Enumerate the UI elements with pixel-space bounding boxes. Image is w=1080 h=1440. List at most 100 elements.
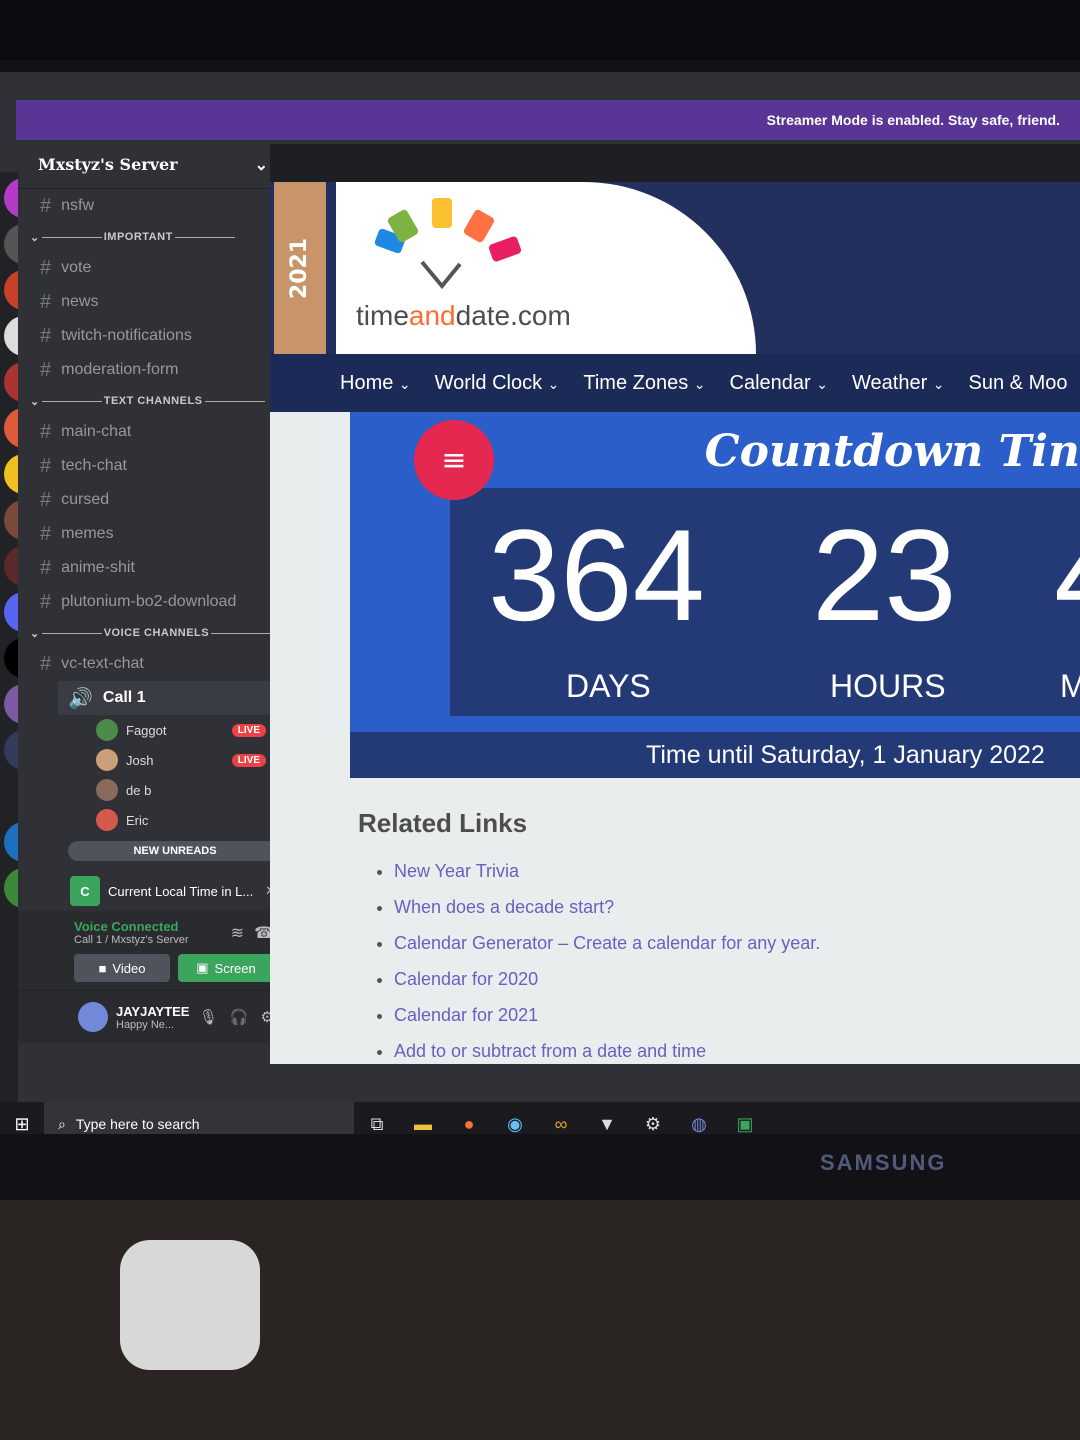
voice-user-name: Faggot <box>126 722 167 738</box>
voice-user-name: de b <box>126 782 152 798</box>
voice-channel-call-1[interactable]: 🔊 Call 1 <box>58 681 282 715</box>
stream-view: 2021 timeanddate.com Home ⌄ World Clock … <box>270 144 1080 1064</box>
category-important[interactable]: ⌄ IMPORTANT <box>18 223 288 251</box>
noise-suppression-icon[interactable]: ≋ <box>231 923 244 943</box>
channel-label: news <box>61 293 99 310</box>
nav-label: Calendar <box>729 371 811 394</box>
hash-icon: # <box>40 454 52 477</box>
nav-home[interactable]: Home ⌄ <box>340 372 411 395</box>
related-link[interactable]: Add to or subtract from a date and time <box>394 1033 820 1064</box>
logo-time: time <box>356 300 409 331</box>
new-unreads-button[interactable]: NEW UNREADS <box>68 841 282 861</box>
screen-share-button[interactable]: ▣ Screen <box>178 954 274 982</box>
avatar <box>96 779 118 801</box>
windows-start-icon[interactable]: ⊞ <box>0 1114 44 1135</box>
channel-anime-shit[interactable]: # anime-shit <box>18 551 288 585</box>
channel-label: vc-text-chat <box>61 655 144 672</box>
headphones-icon[interactable]: 🎧 <box>230 1008 249 1026</box>
settings-gear-icon[interactable]: ⚙ <box>630 1102 676 1134</box>
logo-text: timeanddate.com <box>356 300 571 332</box>
year-badge: 2021 <box>274 182 326 354</box>
microphone-icon[interactable]: 🎙 <box>199 1008 218 1026</box>
hash-icon: # <box>40 522 52 545</box>
year-label: 2021 <box>287 237 313 299</box>
related-link[interactable]: Calendar Generator – Create a calendar f… <box>394 925 820 961</box>
menu-button[interactable]: ≡ <box>414 420 494 500</box>
nav-sun-moon[interactable]: Sun & Moo <box>969 372 1068 395</box>
app-icon[interactable]: ▼ <box>584 1102 630 1134</box>
voice-user[interactable]: Josh LIVE <box>18 745 288 775</box>
category-label: TEXT CHANNELS <box>103 395 203 407</box>
channel-vote[interactable]: # vote <box>18 251 288 285</box>
monitor: Streamer Mode is enabled. Stay safe, fri… <box>0 60 1080 1200</box>
chevron-down-icon: ⌄ <box>254 154 268 174</box>
channel-news[interactable]: # news <box>18 285 288 319</box>
channel-label: twitch-notifications <box>61 327 192 344</box>
nav-label: Time Zones <box>583 371 689 394</box>
video-button[interactable]: ■ Video <box>74 954 170 982</box>
channel-main-chat[interactable]: # main-chat <box>18 415 288 449</box>
voice-user[interactable]: Eric <box>18 805 288 835</box>
voice-user[interactable]: de b <box>18 775 288 805</box>
task-view-icon[interactable]: ⧉ <box>354 1102 400 1134</box>
related-links: Related Links New Year Trivia When does … <box>358 808 820 1064</box>
earbuds-case <box>120 1240 260 1370</box>
channel-twitch-notifications[interactable]: # twitch-notifications <box>18 319 288 353</box>
steam-icon[interactable]: ◉ <box>492 1102 538 1134</box>
channel-label: memes <box>61 525 114 542</box>
related-link[interactable]: New Year Trivia <box>394 853 820 889</box>
days-label: DAYS <box>566 668 651 704</box>
file-explorer-icon[interactable]: ▬ <box>400 1102 446 1134</box>
nav-calendar[interactable]: Calendar ⌄ <box>730 372 828 395</box>
hamburger-icon: ≡ <box>441 442 467 478</box>
nav-time-zones[interactable]: Time Zones ⌄ <box>583 372 705 395</box>
channel-nsfw[interactable]: # nsfw <box>18 189 288 223</box>
category-label: VOICE CHANNELS <box>103 627 210 639</box>
activity-card[interactable]: C Current Local Time in L... ✕ <box>18 871 288 911</box>
channel-moderation-form[interactable]: # moderation-form <box>18 353 288 387</box>
voice-user[interactable]: Faggot LIVE <box>18 715 288 745</box>
hours-value: 23 <box>812 502 957 648</box>
hash-icon: # <box>40 358 52 381</box>
site-logo[interactable]: timeanddate.com <box>336 182 756 354</box>
voice-status: Voice Connected <box>74 919 179 934</box>
nav-world-clock[interactable]: World Clock ⌄ <box>435 372 560 395</box>
voice-location: Call 1 / Mxstyz's Server <box>74 934 189 946</box>
taskbar-search[interactable]: ⌕ Type here to search <box>44 1102 354 1134</box>
firefox-icon[interactable]: ● <box>446 1102 492 1134</box>
minutes-label: M <box>1060 668 1080 704</box>
channel-cursed[interactable]: # cursed <box>18 483 288 517</box>
related-link[interactable]: Calendar for 2020 <box>394 961 820 997</box>
clock-logo-icon <box>374 198 522 290</box>
chevron-down-icon: ⌄ <box>816 375 828 392</box>
category-text-channels[interactable]: ⌄ TEXT CHANNELS <box>18 387 288 415</box>
countdown-title: Countdown Tin <box>704 426 1080 477</box>
hash-icon: # <box>40 256 52 279</box>
category-voice-channels[interactable]: ⌄ VOICE CHANNELS <box>18 619 288 647</box>
channel-plutonium-bo2-download[interactable]: # plutonium-bo2-download <box>18 585 288 619</box>
speaker-icon: 🔊 <box>68 687 93 710</box>
channel-label: anime-shit <box>61 559 135 576</box>
avatar[interactable] <box>78 1002 108 1032</box>
channel-label: main-chat <box>61 423 132 440</box>
search-placeholder: Type here to search <box>75 1116 200 1132</box>
related-link[interactable]: When does a decade start? <box>394 889 820 925</box>
app-icon[interactable]: ∞ <box>538 1102 584 1134</box>
days-value: 364 <box>488 502 705 648</box>
server-header[interactable]: Mxstyz's Server ⌄ <box>18 140 288 189</box>
channel-tech-chat[interactable]: # tech-chat <box>18 449 288 483</box>
channel-memes[interactable]: # memes <box>18 517 288 551</box>
discord-icon[interactable]: ◍ <box>676 1102 722 1134</box>
channel-vc-text-chat[interactable]: # vc-text-chat <box>18 647 288 681</box>
nav-weather[interactable]: Weather ⌄ <box>852 372 945 395</box>
channel-label: tech-chat <box>61 457 127 474</box>
app-icon: C <box>70 876 100 906</box>
hash-icon: # <box>40 290 52 313</box>
live-badge: LIVE <box>231 753 266 767</box>
avatar <box>96 809 118 831</box>
related-link[interactable]: Calendar for 2021 <box>394 997 820 1033</box>
voice-user-name: Josh <box>126 752 154 768</box>
app-icon[interactable]: ▣ <box>722 1102 768 1134</box>
countdown-display: 364 23 4 DAYS HOURS M <box>450 488 1080 716</box>
nav-label: Weather <box>852 371 928 394</box>
